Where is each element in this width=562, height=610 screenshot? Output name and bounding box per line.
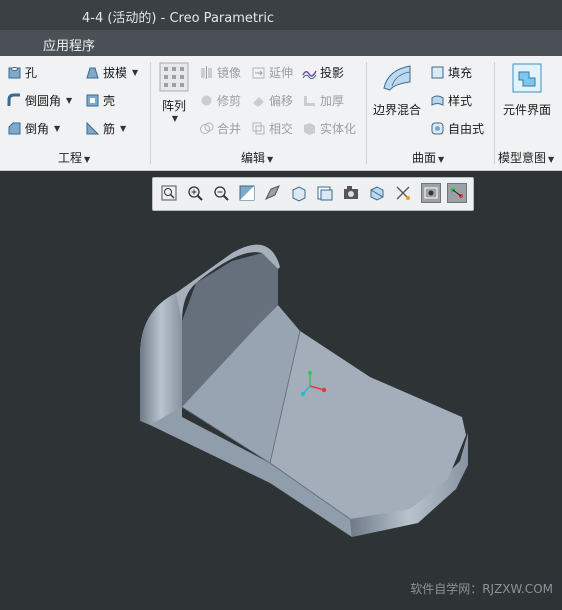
mirror-button[interactable]: 镜像 [199,64,241,81]
fill-label: 填充 [448,66,473,80]
merge-icon [199,121,214,136]
intersect-button[interactable]: 相交 [251,120,293,137]
zoom-out-icon[interactable] [211,183,231,203]
merge-button[interactable]: 合并 [199,120,241,137]
shell-label: 壳 [103,94,116,108]
solidify-icon [302,121,317,136]
freestyle-label: 自由式 [448,122,485,136]
style-button[interactable]: 样式 [430,92,472,109]
chevron-down-icon[interactable]: ▼ [54,124,60,133]
hole-button[interactable]: 孔 [7,64,37,81]
engineering-group-label[interactable]: 工程 ▼ [58,149,90,166]
rib-icon [85,121,100,136]
fill-icon [430,65,445,80]
project-button[interactable]: 投影 [302,64,344,81]
model-intent-group-label[interactable]: 模型意图 ▼ [498,149,554,166]
intersect-icon [251,121,266,136]
thicken-button[interactable]: 加厚 [302,92,344,109]
annotation-display-icon[interactable] [447,183,467,203]
chevron-down-icon[interactable]: ▼ [132,68,138,77]
shell-icon [85,93,100,108]
window-title: 4-4 (活动的) - Creo Parametric [82,11,275,26]
project-label: 投影 [320,66,345,80]
mirror-label: 镜像 [217,66,242,80]
chevron-down-icon[interactable]: ▼ [120,124,126,133]
boundary-blend-button[interactable]: 边界混合 [372,62,422,118]
offset-button[interactable]: 偏移 [251,92,293,109]
view-toolbar [152,177,474,211]
section-icon[interactable] [367,183,387,203]
boundary-blend-icon [380,65,414,95]
project-icon [302,65,317,80]
draft-label: 拔模 [103,66,128,80]
perspective-icon[interactable] [341,183,361,203]
extend-button[interactable]: 延伸 [251,64,293,81]
style-label: 样式 [448,94,473,108]
round-label: 倒圆角 [25,94,62,108]
trim-button[interactable]: 修剪 [199,92,241,109]
editing-group-label[interactable]: 编辑 ▼ [241,149,273,166]
rib-label: 筋 [103,122,116,136]
hole-icon [7,65,22,80]
offset-label: 偏移 [269,94,294,108]
model-view[interactable] [0,171,562,607]
freestyle-button[interactable]: 自由式 [430,120,484,137]
group-divider [366,62,367,164]
component-interface-button[interactable]: 元件界面 [500,62,554,118]
title-bar: 4-4 (活动的) - Creo Parametric [0,0,562,30]
freestyle-icon [430,121,445,136]
trim-label: 修剪 [217,94,242,108]
solidify-label: 实体化 [320,122,357,136]
style-icon [430,93,445,108]
display-style-icon[interactable] [263,183,283,203]
draft-icon [85,65,100,80]
view-manager-icon[interactable] [315,183,335,203]
pattern-button[interactable]: 阵列 ▼ [158,62,190,123]
chevron-down-icon[interactable]: ▼ [160,114,190,123]
boundary-blend-label: 边界混合 [372,103,421,117]
offset-icon [251,93,266,108]
hole-label: 孔 [25,66,38,80]
thicken-icon [302,93,317,108]
rib-button[interactable]: 筋 ▼ [85,120,126,137]
trim-icon [199,93,214,108]
extend-label: 延伸 [269,66,294,80]
component-interface-label: 元件界面 [502,103,551,117]
menu-bar: 应用程序 [0,30,562,56]
model-wall-left-face [140,293,182,425]
graphics-viewport[interactable] [0,171,562,607]
zoom-in-icon[interactable] [185,183,205,203]
ribbon: 孔 拔模 ▼ 倒圆角 ▼ 壳 倒角 ▼ 筋 ▼ 工程▼ 阵列 ▼ 镜像 延伸 [0,56,562,171]
chevron-down-icon[interactable]: ▼ [66,96,72,105]
group-divider [150,62,151,164]
solidify-button[interactable]: 实体化 [302,120,356,137]
extend-icon [251,65,266,80]
round-button[interactable]: 倒圆角 ▼ [7,92,72,109]
refit-icon[interactable] [159,183,179,203]
chamfer-button[interactable]: 倒角 ▼ [7,120,60,137]
merge-label: 合并 [217,122,242,136]
fill-button[interactable]: 填充 [430,64,472,81]
shell-button[interactable]: 壳 [85,92,115,109]
draft-button[interactable]: 拔模 ▼ [85,64,138,81]
surfaces-group-label[interactable]: 曲面 ▼ [412,149,444,166]
group-divider [494,62,495,164]
thicken-label: 加厚 [320,94,345,108]
chamfer-label: 倒角 [25,122,50,136]
watermark: 软件自学网：RJZXW.COM [410,582,553,596]
spin-center-icon[interactable] [421,183,441,203]
pattern-label: 阵列 [161,99,186,113]
saved-orientations-icon[interactable] [289,183,309,203]
tab-applications[interactable]: 应用程序 [43,35,95,54]
round-icon [7,93,22,108]
repaint-icon[interactable] [237,183,257,203]
datum-display-icon[interactable] [393,183,413,203]
chamfer-icon [7,121,22,136]
intersect-label: 相交 [269,122,294,136]
pattern-icon [159,62,189,95]
mirror-icon [199,65,214,80]
component-interface-icon [511,63,543,97]
